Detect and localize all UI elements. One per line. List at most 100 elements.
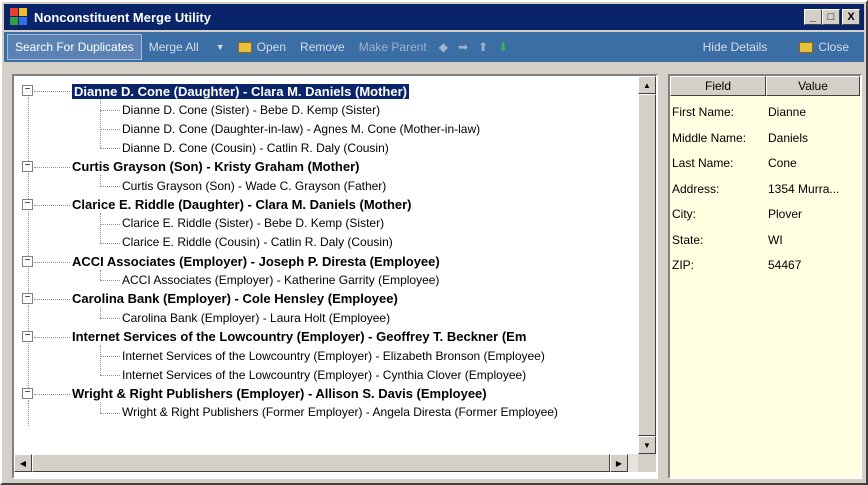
- tree-item-row[interactable]: Curtis Grayson (Son) - Wade C. Grayson (…: [122, 177, 386, 195]
- collapse-toggle-icon[interactable]: −: [22, 293, 33, 305]
- tree-item-row[interactable]: Wright & Right Publishers (Former Employ…: [122, 403, 558, 421]
- collapse-toggle-icon[interactable]: −: [22, 255, 33, 267]
- tree-group-label: Curtis Grayson (Son) - Kristy Graham (Mo…: [72, 159, 360, 175]
- horizontal-scroll-thumb[interactable]: [32, 454, 610, 472]
- collapse-toggle-icon[interactable]: −: [22, 198, 33, 210]
- open-button[interactable]: Open: [231, 32, 293, 62]
- scrollbar-corner: [638, 454, 656, 472]
- close-label: Close: [818, 40, 849, 54]
- tree-item-label: Dianne D. Cone (Daughter-in-law) - Agnes…: [122, 121, 481, 136]
- tree-connector: [100, 185, 120, 187]
- tree-connector: [100, 412, 120, 414]
- tree-item-row[interactable]: Dianne D. Cone (Cousin) - Catlin R. Daly…: [122, 139, 389, 157]
- value-column-header[interactable]: Value: [766, 76, 860, 96]
- tree-connector: [100, 212, 101, 243]
- remove-button[interactable]: Remove: [293, 32, 352, 62]
- tree-connector: [100, 356, 120, 358]
- tree-connector: [100, 374, 120, 376]
- detail-row: City: Plover: [670, 205, 860, 223]
- scroll-up-button[interactable]: ▲: [638, 76, 656, 94]
- tree-connector: [34, 393, 70, 395]
- make-parent-button[interactable]: Make Parent: [352, 32, 434, 62]
- close-window-button[interactable]: X: [842, 9, 860, 25]
- tree-group-row[interactable]: ACCI Associates (Employer) - Joseph P. D…: [72, 252, 440, 270]
- tree-item-row[interactable]: Carolina Bank (Employer) - Laura Holt (E…: [122, 309, 390, 327]
- tree-item-row[interactable]: Internet Services of the Lowcountry (Emp…: [122, 347, 545, 365]
- detail-field-label: ZIP:: [672, 258, 695, 272]
- tree-group-row[interactable]: Dianne D. Cone (Daughter) - Clara M. Dan…: [72, 82, 409, 100]
- tree-connector: [34, 204, 70, 206]
- detail-field-label: First Name:: [672, 105, 735, 119]
- vertical-scroll-thumb[interactable]: [638, 94, 656, 436]
- tree-group-row[interactable]: Carolina Bank (Employer) - Cole Hensley …: [72, 290, 398, 308]
- tree-connector: [100, 242, 120, 244]
- tree-connector: [34, 337, 70, 339]
- arrow-down-icon[interactable]: ⬇: [493, 40, 513, 54]
- window-title: Nonconstituent Merge Utility: [34, 9, 211, 25]
- detail-field-label: Middle Name:: [672, 130, 747, 145]
- tree-connector: [100, 401, 101, 413]
- collapse-toggle-icon[interactable]: −: [22, 85, 33, 97]
- detail-field-value: Plover: [768, 207, 803, 221]
- tree-connector: [28, 399, 29, 426]
- app-icon: [10, 8, 28, 26]
- arrow-right-icon[interactable]: ➡: [453, 40, 473, 54]
- tree-item-label: Clarice E. Riddle (Cousin) - Catlin R. D…: [122, 235, 393, 250]
- arrow-up-icon[interactable]: ⬆: [473, 40, 493, 54]
- detail-field-value: Daniels: [768, 130, 809, 145]
- tree-group-row[interactable]: Internet Services of the Lowcountry (Emp…: [72, 328, 526, 346]
- title-bar: Nonconstituent Merge Utility _ □ X: [4, 4, 864, 30]
- collapse-toggle-icon[interactable]: −: [22, 331, 33, 343]
- detail-row: State: WI: [670, 231, 860, 249]
- tree-item-row[interactable]: Internet Services of the Lowcountry (Emp…: [122, 366, 526, 384]
- tree-item-row[interactable]: Dianne D. Cone (Sister) - Bebe D. Kemp (…: [122, 101, 380, 119]
- tree-item-label: Internet Services of the Lowcountry (Emp…: [122, 367, 527, 382]
- tree-group-label: Clarice E. Riddle (Daughter) - Clara M. …: [72, 196, 412, 212]
- tree-group-label: Carolina Bank (Employer) - Cole Hensley …: [72, 291, 398, 307]
- tree-group-row[interactable]: Clarice E. Riddle (Daughter) - Clara M. …: [72, 195, 412, 213]
- tree-group-row[interactable]: Wright & Right Publishers (Employer) - A…: [72, 384, 487, 402]
- tree-connector: [100, 269, 101, 281]
- duplicates-tree: − Dianne D. Cone (Daughter) - Clara M. Da…: [14, 76, 638, 454]
- field-column-header[interactable]: Field: [670, 76, 766, 96]
- close-folder-icon: [799, 41, 814, 53]
- merge-dropdown-button[interactable]: ▼: [206, 32, 231, 62]
- detail-field-label: Address:: [672, 181, 720, 196]
- tree-connector: [100, 99, 101, 149]
- tree-item-label: Internet Services of the Lowcountry (Emp…: [122, 348, 545, 363]
- search-duplicates-button[interactable]: Search For Duplicates: [7, 34, 142, 60]
- detail-field-label: City:: [672, 207, 696, 221]
- detail-row: Middle Name: Daniels: [670, 129, 860, 147]
- tree-item-label: Wright & Right Publishers (Former Employ…: [122, 405, 558, 420]
- tree-connector: [28, 305, 29, 332]
- horizontal-scrollbar[interactable]: ◀ ▶: [14, 454, 638, 472]
- vertical-scrollbar[interactable]: ▲ ▼: [638, 76, 656, 454]
- tree-item-row[interactable]: Dianne D. Cone (Daughter-in-law) - Agnes…: [122, 120, 480, 138]
- arrow-left-icon[interactable]: ◆: [434, 40, 453, 54]
- detail-field-label: State:: [672, 232, 704, 247]
- merge-all-button[interactable]: Merge All: [142, 32, 206, 62]
- duplicates-tree-panel: − Dianne D. Cone (Daughter) - Clara M. Da…: [12, 74, 658, 479]
- tree-connector: [100, 129, 120, 131]
- tree-group-row[interactable]: Curtis Grayson (Son) - Kristy Graham (Mo…: [72, 158, 359, 176]
- hide-details-button[interactable]: Hide Details: [696, 32, 775, 62]
- tree-connector: [100, 280, 120, 282]
- tree-connector: [100, 345, 101, 375]
- collapse-toggle-icon[interactable]: −: [22, 161, 33, 173]
- collapse-toggle-icon[interactable]: −: [22, 387, 33, 399]
- scroll-left-button[interactable]: ◀: [14, 454, 32, 472]
- minimize-button[interactable]: _: [804, 9, 822, 25]
- tree-item-row[interactable]: ACCI Associates (Employer) - Katherine G…: [122, 271, 439, 289]
- tree-group-label: Internet Services of the Lowcountry (Emp…: [72, 329, 527, 345]
- toolbar: Search For Duplicates Merge All ▼ Open R…: [4, 32, 864, 62]
- scroll-down-button[interactable]: ▼: [638, 436, 656, 454]
- details-panel: Field Value First Name: Dianne Middle Name…: [668, 74, 862, 479]
- maximize-button[interactable]: □: [822, 9, 840, 25]
- tree-item-row[interactable]: Clarice E. Riddle (Cousin) - Catlin R. D…: [122, 233, 393, 251]
- detail-row: ZIP: 54467: [670, 256, 860, 274]
- detail-field-value: Cone: [768, 156, 797, 170]
- tree-item-row[interactable]: Clarice E. Riddle (Sister) - Bebe D. Kem…: [122, 214, 384, 232]
- scroll-right-button[interactable]: ▶: [610, 454, 628, 472]
- close-button[interactable]: Close: [792, 32, 856, 62]
- tree-item-label: Carolina Bank (Employer) - Laura Holt (E…: [122, 310, 391, 325]
